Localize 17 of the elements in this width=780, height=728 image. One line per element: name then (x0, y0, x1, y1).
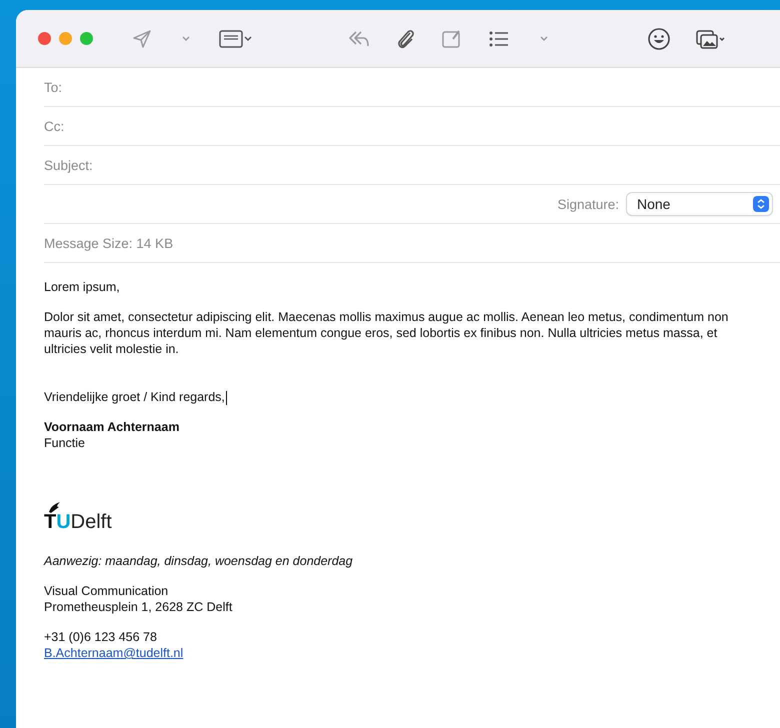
phone-number: +31 (0)6 123 456 78 (44, 629, 158, 645)
department: Visual Communication (44, 583, 170, 599)
field-label: Subject: (44, 158, 93, 172)
presence-note: Aanwezig: maandag, dinsdag, woensdag en donderdag (44, 553, 354, 569)
sender-name: Voornaam Achternaam (44, 419, 180, 435)
university-logo: TUDelft (44, 501, 112, 535)
sender-role: Functie (44, 435, 86, 451)
body-paragraph: Dolor sit amet, consectetur adipiscing elit. Maecenas mollis maximus augue ac mollis. Aenean leo metus, condimentum non mauris ac, rhoncus interdum mi. Nam elementum congue eros, sed lobortis ex finibus non. Nulla ultricies metus massa, et ultricies velit molestie in. (44, 309, 730, 357)
message-size: Message Size: 14 KB (44, 236, 174, 250)
address: Prometheusplein 1, 2628 ZC Delft (44, 599, 234, 615)
email-link[interactable]: B.Achternaam@tudelft.nl (44, 646, 184, 660)
greeting: Lorem ipsum, (44, 279, 121, 295)
signature-label: Signature: (557, 196, 619, 212)
field-label: To: (44, 80, 62, 94)
signature-dropdown[interactable]: None (627, 193, 772, 215)
closing-text: Vriendelijke groet / Kind regards, (44, 389, 228, 405)
field-label: Cc: (44, 118, 64, 134)
